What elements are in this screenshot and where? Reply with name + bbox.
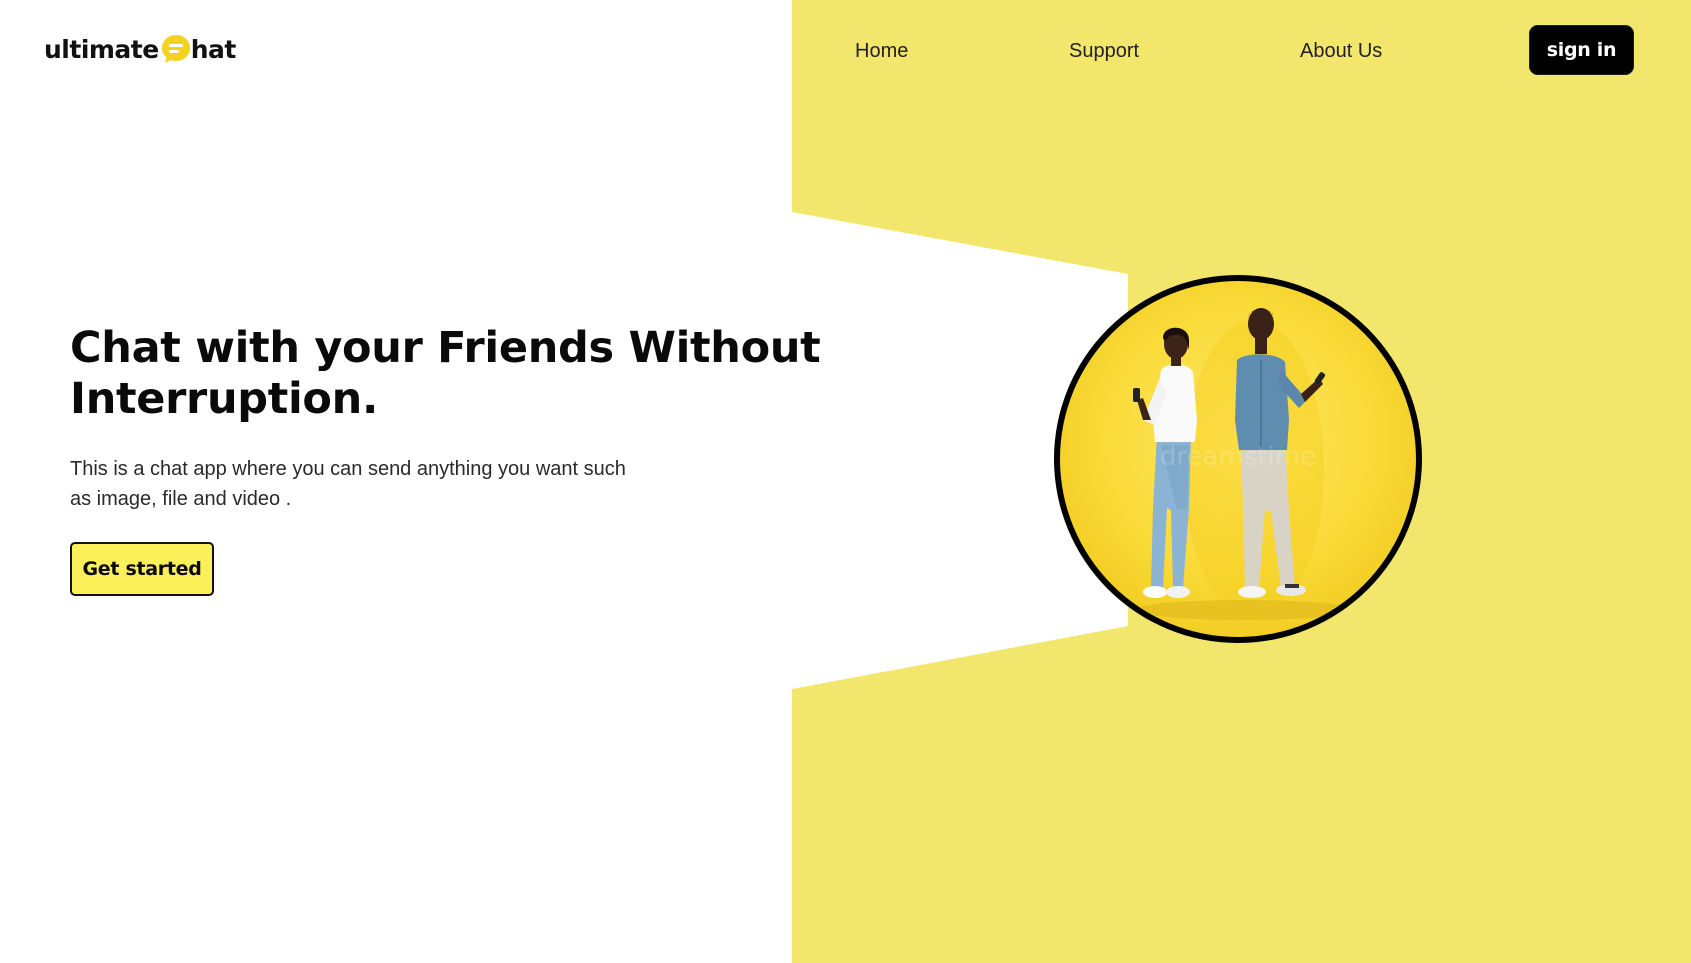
top-navigation: ultimate hat Home Support About Us sign … [0,0,1691,100]
nav-support-link[interactable]: Support [1069,38,1139,64]
hero-headline: Chat with your Friends Without Interrupt… [70,323,821,424]
hero-description: This is a chat app where you can send an… [70,458,626,510]
chat-bubble-icon [160,33,192,65]
sign-in-button[interactable]: sign in [1529,25,1634,75]
brand-logo[interactable]: ultimate hat [44,32,236,66]
nav-about-us-link[interactable]: About Us [1300,38,1382,64]
brand-name-left: ultimate [44,34,159,64]
brand-name-right: hat [190,34,237,64]
nav-home-link[interactable]: Home [855,38,908,64]
svg-text:dreamstime: dreamstime [1160,442,1316,472]
get-started-button[interactable]: Get started [70,542,214,596]
hero-photo: dreamstime [1049,270,1427,648]
